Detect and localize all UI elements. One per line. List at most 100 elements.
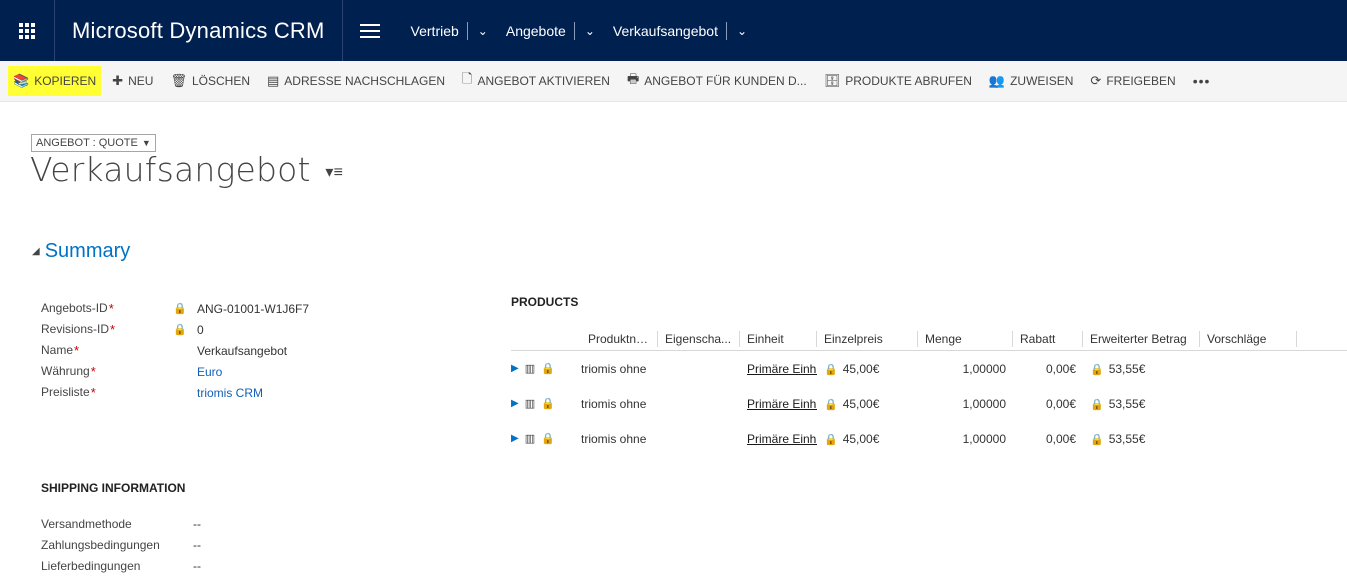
- table-row[interactable]: ▶ ▥ 🔒 triomis ohne Primäre Einh... 🔒45,0…: [511, 351, 1347, 386]
- top-nav-bar: Microsoft Dynamics CRM Vertrieb ⌄ Angebo…: [0, 0, 1347, 61]
- cell-einheit-link[interactable]: Primäre Einh...: [740, 432, 817, 446]
- column-header-erweiterter-betrag[interactable]: Erweiterter Betrag: [1083, 330, 1200, 347]
- column-header-vorschlaege[interactable]: Vorschläge: [1200, 330, 1297, 347]
- share-button[interactable]: ⟳ FREIGEBEN: [1084, 66, 1181, 96]
- get-products-button[interactable]: 🗄 PRODUKTE ABRUFEN: [818, 66, 978, 96]
- column-header-menge[interactable]: Menge: [918, 330, 1013, 347]
- column-header-eigenschaften[interactable]: Eigenscha...: [658, 330, 740, 347]
- cell-einzelpreis: 🔒 45,00€: [824, 361, 880, 376]
- pricelist-lookup-link[interactable]: triomis CRM: [197, 386, 263, 400]
- field-angebots-id: Angebots-ID* 🔒 ANG-01001-W1J6F7: [41, 298, 309, 319]
- record-name: Verkaufsangebot: [30, 150, 311, 189]
- field-label: Revisions-ID*: [41, 322, 116, 337]
- app-title[interactable]: Microsoft Dynamics CRM: [55, 0, 343, 61]
- table-row[interactable]: ▶ ▥ 🔒 triomis ohne Primäre Einh... 🔒45,0…: [511, 386, 1347, 421]
- cell-einzelpreis: 🔒 45,00€: [824, 396, 880, 411]
- shipping-fields: Versandmethode -- Zahlungsbedingungen --…: [41, 513, 201, 576]
- field-label: Lieferbedingungen: [41, 558, 141, 573]
- name-input[interactable]: Verkaufsangebot: [197, 344, 287, 358]
- cell-produktname[interactable]: triomis ohne: [581, 397, 658, 411]
- cell-menge[interactable]: 1,00000: [918, 362, 1013, 376]
- summary-section-header[interactable]: ◢ Summary: [32, 240, 130, 263]
- app-launcher-button[interactable]: [0, 0, 55, 61]
- cell-menge[interactable]: 1,00000: [918, 432, 1013, 446]
- field-value[interactable]: --: [193, 538, 201, 552]
- summary-heading: Summary: [44, 240, 131, 262]
- share-button-label: FREIGEBEN: [1106, 74, 1176, 88]
- cell-menge[interactable]: 1,00000: [918, 397, 1013, 411]
- field-lieferbedingungen[interactable]: Lieferbedingungen --: [41, 555, 201, 576]
- shipping-heading: SHIPPING INFORMATION: [41, 481, 186, 495]
- list-menu-icon[interactable]: ▾≡: [325, 162, 343, 181]
- lock-icon: 🔒: [1090, 363, 1104, 376]
- breadcrumb-angebote[interactable]: Angebote: [498, 23, 574, 39]
- breadcrumb-verkaufsangebot[interactable]: Verkaufsangebot: [605, 23, 726, 39]
- bundle-icon: ▥: [524, 363, 536, 375]
- new-button[interactable]: ✚ NEU: [106, 66, 159, 96]
- field-waehrung[interactable]: Währung* Euro: [41, 361, 309, 382]
- command-bar: 📚 KOPIEREN ✚ NEU 🗑 LÖSCHEN ▤ ADRESSE NAC…: [0, 61, 1347, 102]
- share-icon: ⟳: [1090, 73, 1102, 88]
- cell-produktname[interactable]: triomis ohne: [581, 362, 658, 376]
- column-header-einzelpreis[interactable]: Einzelpreis: [817, 330, 918, 347]
- activate-quote-button[interactable]: 🗋 ANGEBOT AKTIVIEREN: [456, 66, 616, 96]
- collapse-triangle-icon: ◢: [32, 246, 40, 257]
- lock-icon: 🔒: [541, 363, 555, 375]
- lookup-address-button[interactable]: ▤ ADRESSE NACHSCHLAGEN: [261, 66, 451, 96]
- get-products-button-label: PRODUKTE ABRUFEN: [845, 74, 972, 88]
- products-heading: PRODUCTS: [511, 295, 579, 309]
- copy-icon: 📚: [13, 73, 30, 88]
- chevron-down-icon[interactable]: ⌄: [727, 24, 757, 38]
- expand-row-icon[interactable]: ▶: [511, 363, 519, 374]
- cell-einheit-link[interactable]: Primäre Einh...: [740, 397, 817, 411]
- lock-icon: 🔒: [1090, 398, 1104, 411]
- more-commands-icon[interactable]: •••: [1187, 66, 1217, 96]
- grid-header: Produktname Eigenscha... Einheit Einzelp…: [511, 327, 1347, 351]
- field-preisliste[interactable]: Preisliste* triomis CRM: [41, 382, 309, 403]
- column-header-produktname[interactable]: Produktname: [581, 330, 658, 347]
- field-zahlungsbedingungen[interactable]: Zahlungsbedingungen --: [41, 534, 201, 555]
- field-value[interactable]: --: [193, 517, 201, 531]
- expand-row-icon[interactable]: ▶: [511, 398, 519, 409]
- cell-rabatt[interactable]: 0,00€: [1013, 432, 1083, 446]
- breadcrumb-vertrieb[interactable]: Vertrieb: [403, 23, 467, 39]
- chevron-down-icon[interactable]: ⌄: [575, 24, 605, 38]
- currency-lookup-link[interactable]: Euro: [197, 365, 222, 379]
- cell-rabatt[interactable]: 0,00€: [1013, 397, 1083, 411]
- expand-row-icon[interactable]: ▶: [511, 433, 519, 444]
- activate-icon: 🗋: [462, 71, 473, 86]
- cell-rabatt[interactable]: 0,00€: [1013, 362, 1083, 376]
- column-header-rabatt[interactable]: Rabatt: [1013, 330, 1083, 347]
- field-label: Zahlungsbedingungen: [41, 537, 160, 552]
- cell-erweiterter-betrag: 🔒 53,55€: [1090, 361, 1146, 376]
- waffle-icon: [19, 22, 35, 39]
- form-selector-label: ANGEBOT : QUOTE: [36, 137, 138, 149]
- cell-erweiterter-betrag: 🔒 53,55€: [1090, 396, 1146, 411]
- field-label: Angebots-ID*: [41, 301, 114, 316]
- cell-produktname[interactable]: triomis ohne: [581, 432, 658, 446]
- lock-icon: 🔒: [824, 363, 838, 376]
- cell-einheit-link[interactable]: Primäre Einh...: [740, 362, 817, 376]
- get-products-icon: 🗄: [823, 73, 841, 88]
- table-row[interactable]: ▶ ▥ 🔒 triomis ohne Primäre Einh... 🔒45,0…: [511, 421, 1347, 456]
- lock-icon: 🔒: [541, 398, 555, 410]
- lookup-address-button-label: ADRESSE NACHSCHLAGEN: [284, 74, 445, 88]
- address-book-icon: ▤: [266, 73, 280, 88]
- field-label: Währung*: [41, 364, 96, 379]
- lock-icon: 🔒: [173, 303, 187, 315]
- column-header-einheit[interactable]: Einheit: [740, 330, 817, 347]
- delete-button[interactable]: 🗑 LÖSCHEN: [164, 66, 256, 96]
- print-quote-button[interactable]: 🖶 ANGEBOT FÜR KUNDEN D...: [621, 66, 813, 96]
- assign-button[interactable]: 👥 ZUWEISEN: [983, 66, 1080, 96]
- assign-icon: 👥: [988, 73, 1006, 88]
- field-versandmethode[interactable]: Versandmethode --: [41, 513, 201, 534]
- hamburger-menu-icon[interactable]: [343, 0, 397, 61]
- field-name[interactable]: Name* Verkaufsangebot: [41, 340, 309, 361]
- print-quote-button-label: ANGEBOT FÜR KUNDEN D...: [644, 74, 807, 88]
- new-button-label: NEU: [128, 74, 154, 88]
- assign-button-label: ZUWEISEN: [1010, 74, 1074, 88]
- delete-button-label: LÖSCHEN: [191, 74, 250, 88]
- copy-button[interactable]: 📚 KOPIEREN: [8, 66, 102, 96]
- field-value[interactable]: --: [193, 559, 201, 573]
- chevron-down-icon[interactable]: ⌄: [468, 24, 498, 38]
